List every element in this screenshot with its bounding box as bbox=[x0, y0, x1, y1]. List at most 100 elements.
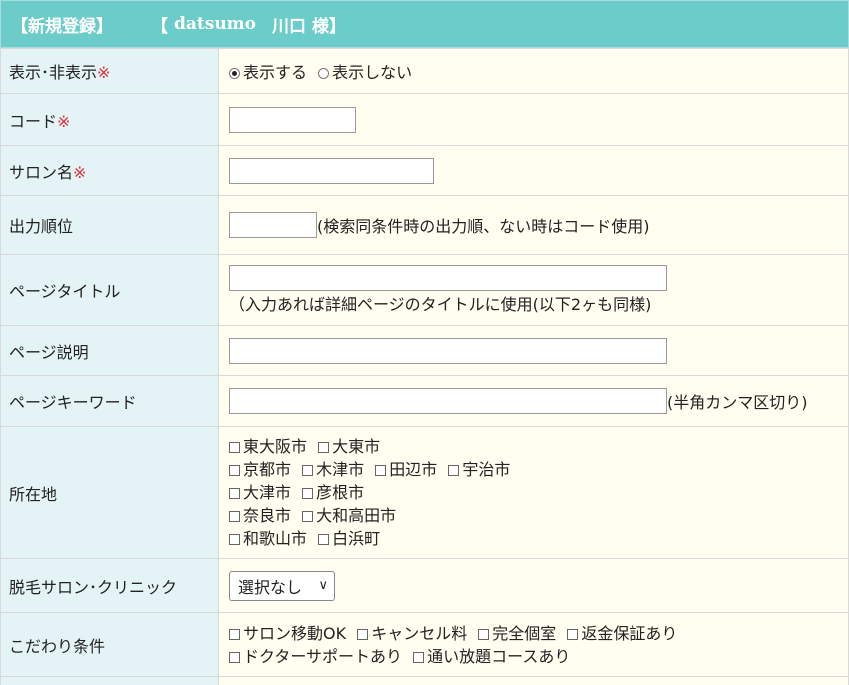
location-option-label: 和歌山市 bbox=[243, 529, 308, 548]
display-show-radio[interactable] bbox=[229, 68, 240, 79]
page-desc-label-cell: ページ説明 bbox=[0, 325, 219, 376]
page-keywords-label-cell: ページキーワード bbox=[0, 375, 219, 427]
location-option[interactable]: 東大阪市 bbox=[229, 437, 307, 456]
row-kodawari: こだわり条件 サロン移動OK キャンセル料 完全個室 返金保証あり ドクターサポ… bbox=[0, 612, 849, 677]
page-title-input[interactable] bbox=[229, 265, 667, 291]
location-option[interactable]: 和歌山市 bbox=[229, 529, 307, 548]
salon-owner-name: 川口 様 bbox=[272, 16, 329, 37]
location-option-label: 田辺市 bbox=[389, 460, 438, 479]
required-mark: ※ bbox=[57, 111, 71, 131]
kodawari-label: こだわり条件 bbox=[9, 636, 106, 656]
page-desc-label: ページ説明 bbox=[9, 342, 89, 362]
display-show-option[interactable]: 表示する bbox=[229, 63, 312, 82]
location-checkbox[interactable] bbox=[229, 465, 240, 476]
display-hide-option[interactable]: 表示しない bbox=[318, 63, 412, 82]
location-checkbox[interactable] bbox=[448, 465, 460, 476]
row-clinic-type: 脱毛サロン･クリニック 選択なし ∨ bbox=[0, 558, 849, 613]
location-checkbox[interactable] bbox=[229, 488, 240, 499]
page-keywords-input[interactable] bbox=[229, 388, 667, 414]
clinic-type-label: 脱毛サロン･クリニック bbox=[9, 577, 178, 597]
location-option-label: 宇治市 bbox=[462, 460, 511, 479]
location-option[interactable]: 京都市 bbox=[229, 460, 291, 479]
order-label-cell: 出力順位 bbox=[0, 195, 219, 255]
kodawari-option[interactable]: サロン移動OK bbox=[229, 624, 346, 643]
clinic-type-label-cell: 脱毛サロン･クリニック bbox=[0, 558, 219, 613]
page-keywords-field-cell: (半角カンマ区切り) bbox=[218, 375, 849, 427]
salon-name-field-cell bbox=[218, 145, 849, 196]
row-page-title: ページタイトル （入力あれば詳細ページのタイトルに使用(以下2ヶも同様) bbox=[0, 254, 849, 326]
kodawari-option[interactable]: 返金保証あり bbox=[567, 624, 677, 643]
page-desc-field-cell bbox=[218, 325, 849, 376]
kodawari-option[interactable]: 完全個室 bbox=[478, 624, 556, 643]
location-option[interactable]: 大和高田市 bbox=[302, 506, 396, 525]
display-show-label: 表示する bbox=[243, 63, 308, 82]
page-desc-input[interactable] bbox=[229, 337, 667, 364]
location-option[interactable]: 白浜町 bbox=[318, 529, 380, 548]
location-option[interactable]: 大東市 bbox=[318, 437, 380, 456]
kodawari-label-cell: こだわり条件 bbox=[0, 612, 219, 677]
location-option-label: 彦根市 bbox=[316, 483, 365, 502]
location-checkbox[interactable] bbox=[229, 534, 240, 545]
location-option[interactable]: 彦根市 bbox=[302, 483, 364, 502]
page-title-label-cell: ページタイトル bbox=[0, 254, 219, 326]
kodawari-option-label: ドクターサポートあり bbox=[243, 646, 403, 666]
kodawari-option[interactable]: ドクターサポートあり bbox=[229, 647, 402, 666]
clinic-type-select[interactable]: 選択なし ∨ bbox=[229, 570, 335, 601]
row-location: 所在地 東大阪市 大東市 京都市 木津市 田辺市 宇治市 大津市 彦根市 奈良市… bbox=[0, 426, 849, 559]
location-label-cell: 所在地 bbox=[0, 426, 219, 559]
kodawari-checkbox[interactable] bbox=[357, 628, 369, 640]
code-input[interactable] bbox=[229, 106, 356, 133]
location-checkbox[interactable] bbox=[229, 442, 240, 453]
location-checkbox[interactable] bbox=[302, 465, 314, 476]
location-option[interactable]: 木津市 bbox=[302, 460, 364, 479]
kodawari-checkbox[interactable] bbox=[567, 628, 579, 640]
kodawari-checkbox[interactable] bbox=[229, 651, 240, 663]
location-line: 東大阪市 大東市 bbox=[229, 435, 848, 458]
display-hide-radio[interactable] bbox=[318, 68, 330, 79]
location-option[interactable]: 宇治市 bbox=[448, 460, 510, 479]
page-keywords-label: ページキーワード bbox=[9, 393, 137, 412]
kodawari-checkbox[interactable] bbox=[413, 651, 425, 663]
location-checkbox[interactable] bbox=[302, 511, 314, 522]
code-label-cell: コード※ bbox=[0, 93, 219, 146]
location-checkbox[interactable] bbox=[302, 488, 314, 499]
location-checkbox[interactable] bbox=[318, 442, 330, 453]
kodawari-option-label: 完全個室 bbox=[492, 623, 557, 643]
page-title-note: （入力あれば詳細ページのタイトルに使用(以下2ヶも同様) bbox=[229, 295, 652, 314]
location-checkbox[interactable] bbox=[318, 534, 330, 545]
salon-name-input[interactable] bbox=[229, 157, 434, 184]
registration-form-table: 表示･非表示※ 表示する 表示しない コード※ サロン名※ 出力順位 (検索同条… bbox=[0, 48, 849, 685]
kodawari-option[interactable]: キャンセル料 bbox=[357, 624, 467, 643]
location-option[interactable]: 大津市 bbox=[229, 483, 291, 502]
location-option[interactable]: 奈良市 bbox=[229, 506, 291, 525]
display-hide-label: 表示しない bbox=[332, 63, 413, 82]
registration-form-page: 【新規登録】 【 datsumo 川口 様 】 表示･非表示※ 表示する 表示し… bbox=[0, 0, 849, 685]
chevron-down-icon: ∨ bbox=[318, 578, 328, 593]
code-field-cell bbox=[218, 93, 849, 146]
row-display: 表示･非表示※ 表示する 表示しない bbox=[0, 48, 849, 94]
kodawari-checkbox[interactable] bbox=[229, 628, 240, 640]
form-header: 【新規登録】 【 datsumo 川口 様 】 bbox=[0, 0, 849, 48]
kodawari-option-label: 返金保証あり bbox=[581, 623, 678, 643]
page-keywords-note: (半角カンマ区切り) bbox=[667, 393, 808, 412]
clinic-type-selected-value: 選択なし bbox=[238, 577, 303, 597]
location-option-label: 奈良市 bbox=[243, 506, 292, 525]
order-input[interactable] bbox=[229, 212, 317, 238]
page-title-label: ページタイトル bbox=[9, 282, 121, 301]
order-label: 出力順位 bbox=[9, 217, 74, 236]
kodawari-option-label: サロン移動OK bbox=[243, 623, 347, 643]
location-checkbox[interactable] bbox=[229, 511, 240, 522]
salon-name-label-cell: サロン名※ bbox=[0, 145, 219, 196]
location-option-label: 大和高田市 bbox=[316, 506, 397, 525]
kodawari-option[interactable]: 通い放題コースあり bbox=[413, 647, 570, 666]
user-bracket-close: 】 bbox=[328, 16, 346, 37]
row-next-partial bbox=[0, 676, 849, 685]
display-field-cell: 表示する 表示しない bbox=[218, 48, 849, 94]
location-checkbox[interactable] bbox=[375, 465, 387, 476]
order-note: (検索同条件時の出力順、ない時はコード使用) bbox=[317, 217, 650, 236]
form-title: 【新規登録】 bbox=[11, 16, 113, 37]
location-option[interactable]: 田辺市 bbox=[375, 460, 437, 479]
display-label-cell: 表示･非表示※ bbox=[0, 48, 219, 94]
kodawari-option-label: キャンセル料 bbox=[371, 623, 468, 643]
kodawari-checkbox[interactable] bbox=[478, 628, 490, 640]
